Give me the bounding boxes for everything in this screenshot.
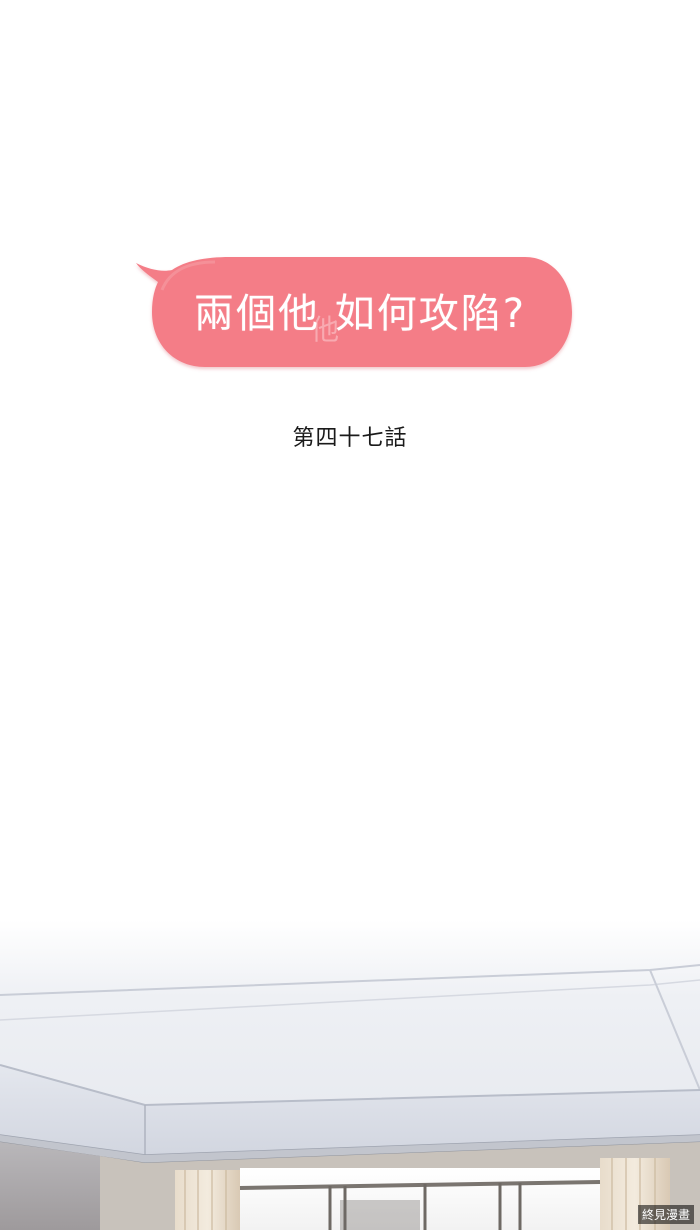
left-wall — [0, 1142, 100, 1230]
comic-page: 兩個他 如何攻陷? 他 第四十七話 終見漫畫 — [0, 0, 700, 1230]
bubble-title-ghost: 他 — [311, 313, 340, 346]
chapter-label: 第四十七話 — [292, 426, 408, 451]
room-illustration — [0, 920, 700, 1230]
bubble-title: 兩個他 如何攻陷? — [194, 291, 526, 337]
site-watermark: 終見漫畫 — [637, 1205, 694, 1224]
title-bubble — [136, 257, 572, 367]
